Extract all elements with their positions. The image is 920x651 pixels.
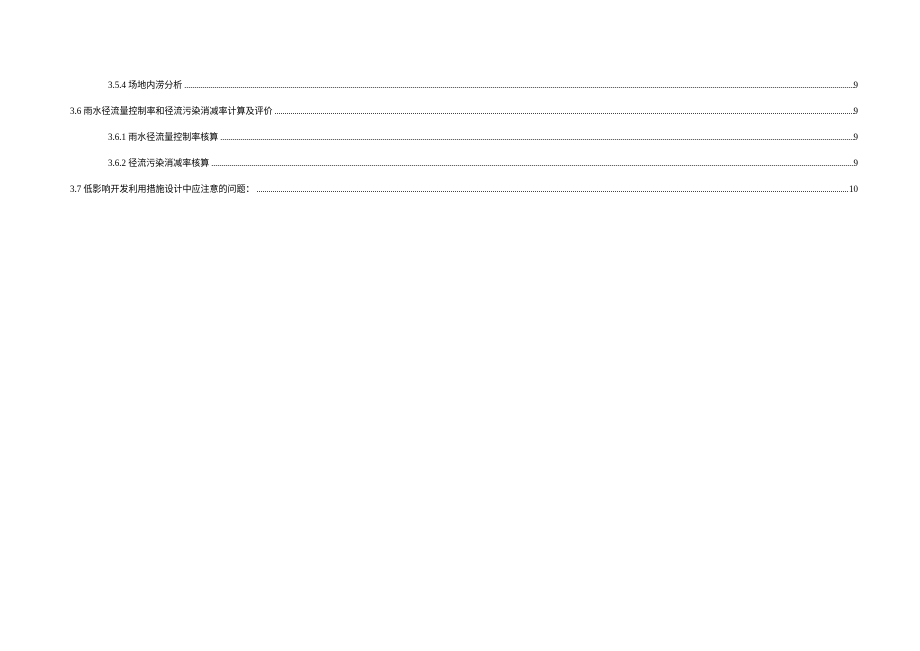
toc-page-number: 9 (854, 132, 859, 142)
toc-page-number: 10 (849, 184, 858, 194)
toc-dots (209, 159, 853, 168)
toc-dots (255, 185, 849, 194)
page-content: 3.5.4 场地内涝分析 9 3.6 雨水径流量控制率和径流污染消减率计算及评价… (0, 0, 920, 195)
toc-label: 3.6 雨水径流量控制率和径流污染消减率计算及评价 (70, 104, 273, 117)
toc-label: 3.6.1 雨水径流量控制率核算 (108, 130, 218, 143)
toc-entry: 3.5.4 场地内涝分析 9 (62, 78, 858, 91)
toc-page-number: 9 (854, 106, 859, 116)
toc-entry: 3.7 低影响开发利用措施设计中应注意的问题： 10 (62, 182, 858, 195)
toc-dots (218, 133, 853, 142)
toc-page-number: 9 (854, 158, 859, 168)
toc-label: 3.7 低影响开发利用措施设计中应注意的问题： (70, 182, 255, 195)
toc-label: 3.5.4 场地内涝分析 (108, 78, 182, 91)
toc-dots (182, 81, 853, 90)
toc-label: 3.6.2 径流污染消减率核算 (108, 156, 209, 169)
toc-entry: 3.6 雨水径流量控制率和径流污染消减率计算及评价 9 (62, 104, 858, 117)
toc-entry: 3.6.2 径流污染消减率核算 9 (62, 156, 858, 169)
toc-dots (273, 107, 854, 116)
toc-page-number: 9 (854, 80, 859, 90)
toc-entry: 3.6.1 雨水径流量控制率核算 9 (62, 130, 858, 143)
